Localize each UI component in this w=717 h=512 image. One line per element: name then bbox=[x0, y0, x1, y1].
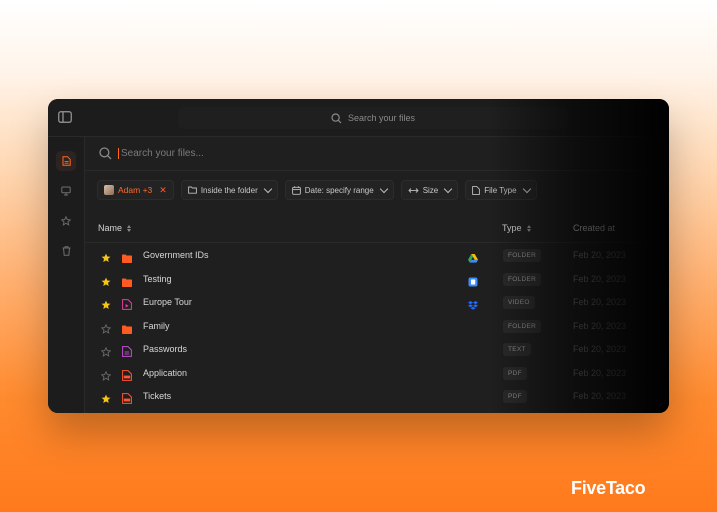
search-icon bbox=[99, 147, 112, 160]
table-row[interactable]: Europe Tour VIDEO Feb 20, 2023 bbox=[85, 291, 669, 314]
file-name: Tickets bbox=[143, 391, 172, 401]
filetype-filter-chip[interactable]: File Type bbox=[465, 180, 537, 200]
file-manager-window: Search your files Search your files... A… bbox=[48, 99, 669, 413]
resize-arrows-icon bbox=[408, 187, 419, 193]
main-search-bar bbox=[85, 137, 669, 171]
table-header: Name Type Created at bbox=[85, 214, 669, 243]
sidebar-item-devices[interactable] bbox=[56, 181, 76, 201]
star-outline-icon bbox=[61, 216, 71, 226]
search-icon bbox=[331, 112, 342, 123]
pdf-file-icon bbox=[122, 391, 132, 404]
title-bar: Search your files bbox=[48, 99, 669, 137]
size-filter-chip[interactable]: Size bbox=[400, 180, 459, 200]
sidebar-item-starred[interactable] bbox=[56, 211, 76, 231]
sidebar bbox=[48, 137, 85, 413]
star-filled-icon[interactable] bbox=[101, 274, 111, 286]
table-row[interactable]: Application PDF Feb 20, 2023 bbox=[85, 362, 669, 385]
user-filter-chip[interactable]: Adam +3 ✕ bbox=[97, 180, 174, 200]
user-filter-label: Adam +3 bbox=[118, 185, 153, 195]
filter-bar: Adam +3 ✕ Inside the folder Date: specif… bbox=[97, 180, 537, 200]
star-filled-icon[interactable] bbox=[101, 391, 111, 403]
created-date: Feb 20, 2023 bbox=[573, 273, 627, 284]
file-name: Government IDs bbox=[143, 250, 209, 260]
chevron-down-icon bbox=[379, 184, 388, 193]
created-date: Feb 20, 2023 bbox=[573, 297, 627, 307]
folder-icon bbox=[122, 250, 132, 263]
monitor-icon bbox=[61, 186, 71, 196]
calendar-icon bbox=[291, 185, 301, 195]
filetype-filter-label: File Type bbox=[484, 185, 517, 195]
sort-icon bbox=[127, 224, 132, 232]
file-name: Family bbox=[143, 320, 170, 331]
video-file-icon bbox=[122, 297, 132, 310]
star-outline-icon[interactable] bbox=[100, 368, 112, 381]
star-outline-icon[interactable] bbox=[100, 321, 112, 334]
table-row[interactable]: Tickets PDF Feb 20, 2023 bbox=[85, 385, 669, 408]
blue-cloud-icon bbox=[468, 274, 478, 286]
folder-outline-icon bbox=[187, 186, 197, 194]
created-date: Feb 20, 2023 bbox=[573, 367, 627, 378]
avatar bbox=[104, 185, 114, 195]
table-row[interactable]: Testing FOLDER Feb 20, 2023 bbox=[85, 268, 669, 291]
main-search-input[interactable] bbox=[118, 148, 501, 159]
star-filled-icon[interactable] bbox=[101, 250, 111, 262]
name-header-label: Name bbox=[98, 223, 123, 233]
folder-filter-label: Inside the folder bbox=[200, 185, 258, 195]
main-panel: Adam +3 ✕ Inside the folder Date: specif… bbox=[85, 137, 669, 413]
sidebar-item-trash[interactable] bbox=[56, 241, 76, 261]
created-date: Feb 20, 2023 bbox=[573, 344, 627, 354]
sidebar-item-files[interactable] bbox=[56, 151, 76, 171]
created-date: Feb 20, 2023 bbox=[573, 320, 627, 331]
table-row[interactable]: Government IDs FOLDER Feb 20, 2023 bbox=[85, 244, 669, 267]
sort-icon bbox=[526, 224, 531, 232]
trash-icon bbox=[62, 246, 70, 256]
file-name: Application bbox=[143, 367, 188, 378]
sidebar-toggle-icon[interactable] bbox=[58, 111, 72, 123]
file-type-badge: PDF bbox=[503, 366, 527, 380]
file-name: Passwords bbox=[143, 344, 188, 354]
top-search-placeholder: Search your files bbox=[347, 113, 416, 123]
date-filter-chip[interactable]: Date: specify range bbox=[284, 180, 394, 200]
file-name: Europe Tour bbox=[143, 297, 192, 307]
brand-logo: FiveTaco bbox=[571, 478, 646, 498]
folder-icon bbox=[122, 274, 132, 287]
file-icon bbox=[62, 156, 71, 166]
pdf-file-icon bbox=[122, 368, 132, 381]
created-header-label: Created at bbox=[573, 223, 616, 233]
size-filter-label: Size bbox=[422, 185, 439, 195]
name-column-header[interactable]: Name bbox=[98, 223, 132, 233]
created-date: Feb 20, 2023 bbox=[573, 250, 627, 260]
type-column-header[interactable]: Type bbox=[502, 223, 531, 233]
type-header-label: Type bbox=[502, 223, 522, 233]
file-type-badge: FOLDER bbox=[503, 272, 542, 286]
file-type-badge: PDF bbox=[503, 390, 527, 403]
folder-filter-chip[interactable]: Inside the folder bbox=[180, 180, 278, 200]
file-type-badge: VIDEO bbox=[503, 296, 535, 309]
close-icon[interactable]: ✕ bbox=[159, 185, 167, 196]
file-icon bbox=[472, 185, 481, 195]
text-file-icon bbox=[122, 344, 132, 357]
file-type-badge: FOLDER bbox=[503, 319, 542, 333]
file-type-badge: TEXT bbox=[503, 343, 531, 356]
star-outline-icon[interactable] bbox=[100, 344, 112, 357]
file-name: Testing bbox=[143, 273, 172, 284]
folder-icon bbox=[122, 321, 132, 334]
created-column-header[interactable]: Created at bbox=[573, 223, 615, 233]
date-filter-label: Date: specify range bbox=[304, 185, 374, 195]
chevron-down-icon bbox=[263, 184, 272, 193]
created-date: Feb 20, 2023 bbox=[573, 391, 627, 401]
table-row[interactable]: Family FOLDER Feb 20, 2023 bbox=[85, 315, 669, 338]
google-drive-icon bbox=[468, 250, 478, 263]
chevron-down-icon bbox=[444, 184, 453, 193]
top-search-bar[interactable]: Search your files bbox=[178, 107, 568, 129]
dropbox-icon bbox=[468, 297, 478, 310]
star-filled-icon[interactable] bbox=[101, 297, 111, 309]
chevron-down-icon bbox=[522, 184, 531, 193]
file-type-badge: FOLDER bbox=[503, 249, 542, 262]
table-row[interactable]: Passwords TEXT Feb 20, 2023 bbox=[85, 338, 669, 361]
